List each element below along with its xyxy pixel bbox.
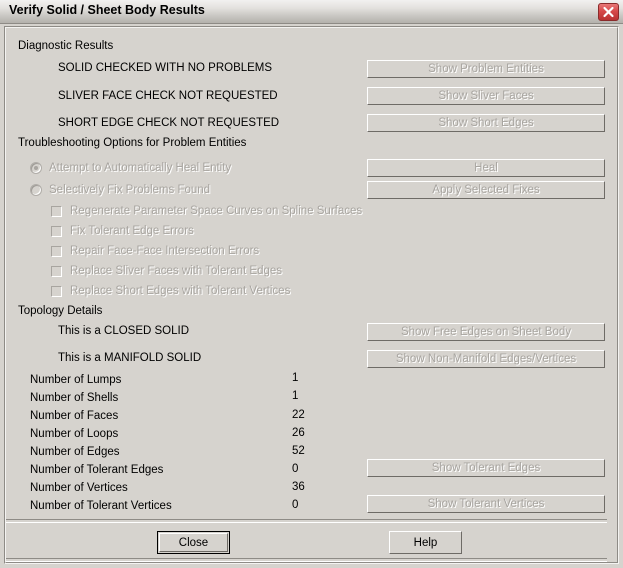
radio-indicator-selectively-fix: [30, 183, 42, 196]
diagnostic-results-group-label: Diagnostic Results: [18, 40, 114, 52]
checkbox-label-replace-sliver-faces: Replace Sliver Faces with Tolerant Edges: [70, 265, 283, 277]
diagnostic-status-1: SLIVER FACE CHECK NOT REQUESTED: [58, 90, 278, 102]
topology-details-group-label: Topology Details: [18, 305, 103, 317]
radio-indicator-auto-heal: [30, 161, 42, 174]
title-bar[interactable]: Verify Solid / Sheet Body Results: [0, 0, 623, 24]
radio-selectively-fix[interactable]: Selectively Fix Problems Found: [30, 182, 210, 197]
checkbox-fix-tolerant-edge-errors[interactable]: Fix Tolerant Edge Errors: [51, 224, 194, 238]
count-label-tolerant-vertices: Number of Tolerant Vertices: [30, 500, 172, 512]
radio-attempt-auto-heal[interactable]: Attempt to Automatically Heal Entity: [30, 160, 231, 175]
apply-selected-fixes-button[interactable]: Apply Selected Fixes: [367, 181, 605, 199]
checkbox-replace-short-edges[interactable]: Replace Short Edges with Tolerant Vertic…: [51, 284, 290, 298]
topology-statement-0: This is a CLOSED SOLID: [58, 325, 190, 337]
heal-button[interactable]: Heal: [367, 159, 605, 177]
checkbox-replace-sliver-faces[interactable]: Replace Sliver Faces with Tolerant Edges: [51, 264, 282, 278]
count-value-tolerant-edges: 0: [292, 463, 299, 475]
topology-statement-1: This is a MANIFOLD SOLID: [58, 352, 202, 364]
troubleshooting-group-label: Troubleshooting Options for Problem Enti…: [18, 137, 247, 149]
count-label-shells: Number of Shells: [30, 392, 119, 404]
count-label-vertices: Number of Vertices: [30, 482, 128, 494]
radio-label-auto-heal: Attempt to Automatically Heal Entity: [49, 161, 232, 174]
show-non-manifold-edges-vertices-button[interactable]: Show Non-Manifold Edges/Vertices: [367, 350, 605, 368]
count-value-vertices: 36: [292, 481, 305, 493]
show-free-edges-on-sheet-body-button[interactable]: Show Free Edges on Sheet Body: [367, 323, 605, 341]
show-sliver-faces-button[interactable]: Show Sliver Faces: [367, 87, 605, 105]
checkbox-label-regenerate: Regenerate Parameter Space Curves on Spl…: [70, 205, 363, 217]
close-button[interactable]: Close: [157, 531, 230, 554]
count-value-edges: 52: [292, 445, 305, 457]
count-value-shells: 1: [292, 390, 299, 402]
checkbox-label-fix-tolerant-edge: Fix Tolerant Edge Errors: [70, 225, 194, 237]
checkbox-indicator-replace-sliver-faces: [51, 265, 62, 277]
count-label-tolerant-edges: Number of Tolerant Edges: [30, 464, 164, 476]
radio-label-selectively-fix: Selectively Fix Problems Found: [49, 183, 211, 196]
checkbox-label-repair-face-face: Repair Face-Face Intersection Errors: [70, 245, 260, 257]
count-value-lumps: 1: [292, 372, 299, 384]
count-label-lumps: Number of Lumps: [30, 374, 122, 386]
checkbox-regenerate-parameter-space-curves[interactable]: Regenerate Parameter Space Curves on Spl…: [51, 204, 362, 218]
show-problem-entities-button[interactable]: Show Problem Entities: [367, 60, 605, 78]
count-value-faces: 22: [292, 409, 305, 421]
close-icon[interactable]: [598, 3, 619, 21]
show-short-edges-button[interactable]: Show Short Edges: [367, 114, 605, 132]
checkbox-indicator-fix-tolerant-edge: [51, 225, 62, 237]
checkbox-indicator-replace-short-edges: [51, 285, 62, 297]
count-label-faces: Number of Faces: [30, 410, 119, 422]
footer-divider: [6, 519, 607, 523]
checkbox-label-replace-short-edges: Replace Short Edges with Tolerant Vertic…: [70, 285, 291, 297]
show-tolerant-edges-button[interactable]: Show Tolerant Edges: [367, 459, 605, 477]
checkbox-indicator-regenerate: [51, 205, 62, 217]
verify-solid-sheet-body-results-dialog: Verify Solid / Sheet Body Results Diagno…: [0, 0, 623, 568]
count-label-loops: Number of Loops: [30, 428, 119, 440]
diagnostic-status-2: SHORT EDGE CHECK NOT REQUESTED: [58, 117, 280, 129]
show-tolerant-vertices-button[interactable]: Show Tolerant Vertices: [367, 495, 605, 513]
count-value-tolerant-vertices: 0: [292, 499, 299, 511]
checkbox-repair-face-face-intersection[interactable]: Repair Face-Face Intersection Errors: [51, 244, 259, 258]
checkbox-indicator-repair-face-face: [51, 245, 62, 257]
help-button[interactable]: Help: [389, 531, 462, 554]
close-button-label: Close: [159, 533, 228, 552]
diagnostic-status-0: SOLID CHECKED WITH NO PROBLEMS: [58, 62, 273, 74]
count-value-loops: 26: [292, 427, 305, 439]
footer-bottom-divider: [6, 558, 607, 562]
count-label-edges: Number of Edges: [30, 446, 120, 458]
window-title: Verify Solid / Sheet Body Results: [9, 3, 205, 17]
